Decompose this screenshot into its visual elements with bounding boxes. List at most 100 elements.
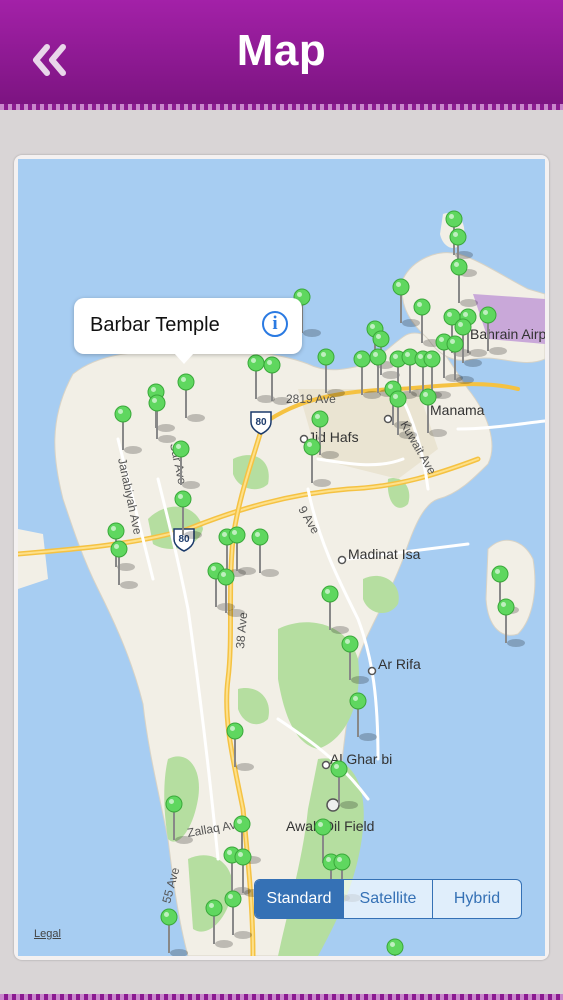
map-pin[interactable] [333,853,351,871]
map-pin[interactable] [228,526,246,544]
map-pin[interactable] [423,350,441,368]
map-pin[interactable] [353,350,371,368]
map-pin[interactable] [349,692,367,710]
place-label-airport: Bahrain Airport (BAH) [470,326,545,342]
info-icon[interactable]: i [262,311,288,337]
map-pin[interactable] [107,522,125,540]
map-pin[interactable] [445,210,463,228]
map-pin[interactable] [389,390,407,408]
map-pin-highlight [238,852,243,857]
back-button[interactable] [24,34,76,86]
map-pin-shadow [456,376,474,384]
map-pin[interactable] [174,490,192,508]
map-pin-highlight [267,360,272,365]
map-pin-shadow [402,319,420,327]
map-pin[interactable] [160,908,178,926]
map-pin-shadow [489,347,507,355]
map-pin-shadow [238,567,256,575]
map-pin-highlight [232,530,237,535]
map-pin[interactable] [172,440,190,458]
map-pin-shadow [215,940,233,948]
map-pin[interactable] [446,335,464,353]
callout-title: Barbar Temple [90,314,220,336]
map-pin[interactable] [165,795,183,813]
map-pin-shadow [227,609,245,617]
map-pin-highlight [393,394,398,399]
map-pin-highlight [353,696,358,701]
map-pin-shadow [234,931,252,939]
map-type-standard[interactable]: Standard [255,880,343,918]
map-pin[interactable] [321,585,339,603]
map-type-hybrid[interactable]: Hybrid [432,880,521,918]
map-pin[interactable] [491,565,509,583]
map-pin[interactable] [413,298,431,316]
map-pin-shadow [273,397,291,405]
map-pin[interactable] [314,818,332,836]
map-pin-highlight [376,334,381,339]
legal-link[interactable]: Legal [34,928,61,940]
map-pin-shadow [469,349,487,357]
map-pin-highlight [373,352,378,357]
map-pin[interactable] [217,568,235,586]
map-pin-highlight [423,392,428,397]
map-pin-highlight [453,232,458,237]
annotation-callout[interactable]: Barbar Temple i [74,298,302,364]
map-pin[interactable] [479,306,497,324]
map-pin-shadow [187,414,205,422]
map-pin[interactable] [303,438,321,456]
map-pin[interactable] [233,815,251,833]
map-pin[interactable] [311,410,329,428]
map-pin[interactable] [234,848,252,866]
map-pin[interactable] [114,405,132,423]
map-canvas[interactable]: 80 80 Manama Jid Hafs Madinat Isa Ar Rif… [18,159,545,956]
map-pin-highlight [111,526,116,531]
map-pin[interactable] [419,388,437,406]
map-pin[interactable] [454,318,472,336]
map-pin[interactable] [341,635,359,653]
map-pin-highlight [418,354,423,359]
map-pin[interactable] [110,540,128,558]
map-pin[interactable] [372,330,390,348]
map-pin[interactable] [369,348,387,366]
map-pin-highlight [237,819,242,824]
map-pin[interactable] [317,348,335,366]
map-pin[interactable] [330,760,348,778]
map-view[interactable]: 80 80 Manama Jid Hafs Madinat Isa Ar Rif… [14,155,549,960]
map-pin[interactable] [177,373,195,391]
map-pin[interactable] [224,890,242,908]
map-pin-highlight [118,409,123,414]
svg-text:80: 80 [255,417,267,428]
map-pin-highlight [315,414,320,419]
map-pin[interactable] [497,598,515,616]
map-pin-highlight [228,894,233,899]
map-pin[interactable] [205,899,223,917]
map-pin-highlight [152,398,157,403]
page-title: Map [236,26,327,75]
map-pin-highlight [458,322,463,327]
map-pin[interactable] [449,228,467,246]
map-type-satellite[interactable]: Satellite [343,880,432,918]
map-pin[interactable] [263,356,281,374]
map-pin[interactable] [392,278,410,296]
map-pin-highlight [417,302,422,307]
map-pin[interactable] [247,354,265,372]
map-pin-highlight [326,857,331,862]
map-pin[interactable] [251,528,269,546]
map-pin-highlight [211,566,216,571]
map-pin[interactable] [450,258,468,276]
map-pin-highlight [181,377,186,382]
map-pin-highlight [178,494,183,499]
map-pin-highlight [221,572,226,577]
map-pin-highlight [427,354,432,359]
map-pin[interactable] [386,938,404,956]
map-pin-highlight [396,282,401,287]
map-pin-highlight [227,850,232,855]
map-pin[interactable] [226,722,244,740]
map-pin-shadow [507,639,525,647]
map-pin-highlight [318,822,323,827]
map-pin-highlight [454,262,459,267]
map-type-segmented-control[interactable]: Standard Satellite Hybrid [254,879,522,919]
map-pin[interactable] [148,394,166,412]
map-pin-shadow [394,421,412,429]
map-pin-shadow [120,581,138,589]
